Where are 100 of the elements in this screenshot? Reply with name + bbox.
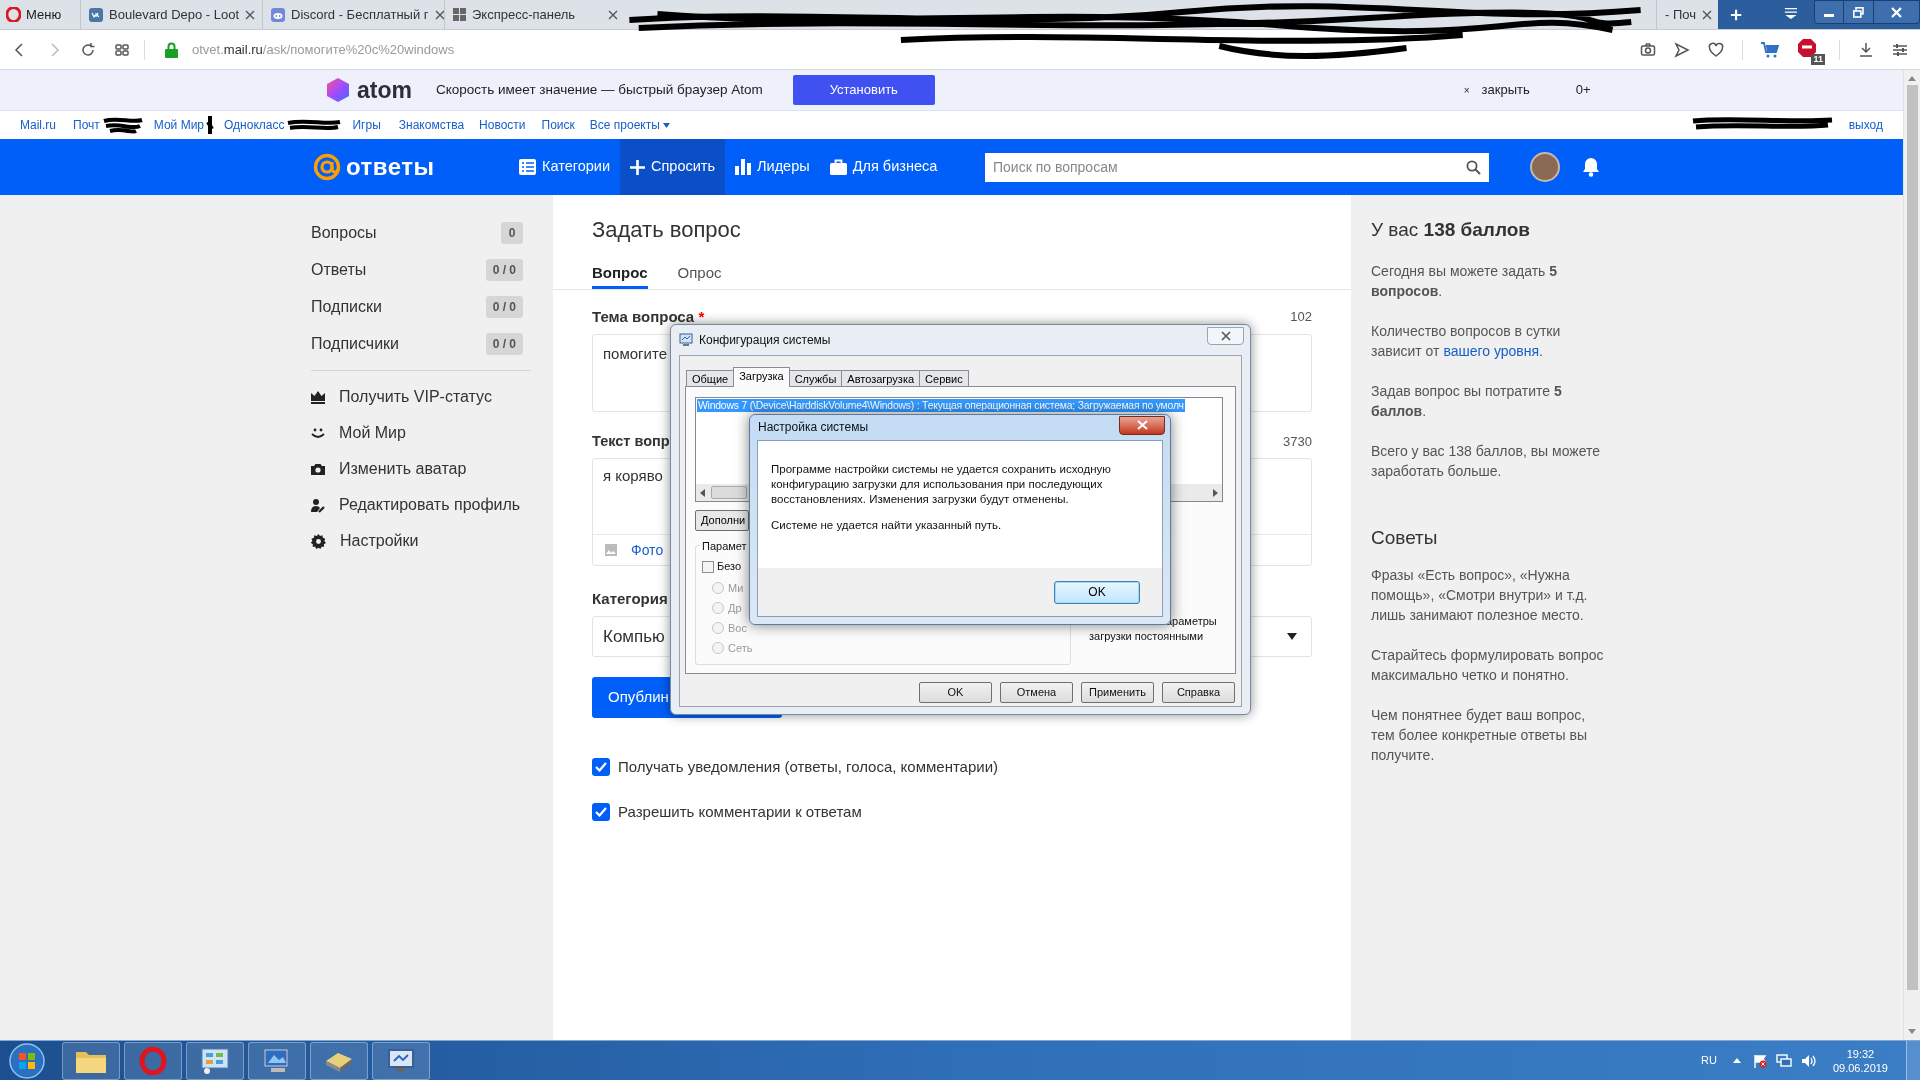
- page-title: Задать вопрос: [592, 216, 742, 244]
- checkbox[interactable]: [592, 802, 610, 821]
- form-tab[interactable]: Вопрос: [592, 260, 648, 289]
- avatar[interactable]: [1530, 152, 1560, 182]
- nav-tab[interactable]: Лидеры: [725, 139, 820, 195]
- close-icon[interactable]: [245, 9, 256, 20]
- level-link[interactable]: вашего уровня: [1443, 343, 1540, 359]
- search-field[interactable]: Поиск по вопросам: [985, 152, 1489, 182]
- logout-link[interactable]: выход: [1848, 116, 1883, 134]
- install-button[interactable]: Установить: [792, 75, 935, 105]
- sidebar-link[interactable]: Вопросы: [311, 220, 377, 245]
- portal-link[interactable]: Новости: [479, 116, 526, 134]
- checkbox[interactable]: [592, 758, 610, 777]
- restore-button[interactable]: [1844, 0, 1874, 24]
- portal-link[interactable]: Игры: [352, 116, 381, 134]
- close-icon[interactable]: [434, 9, 445, 20]
- checkbox[interactable]: [702, 560, 714, 573]
- scroll-right-icon[interactable]: [1213, 488, 1218, 497]
- sidebar-link[interactable]: Подписки: [311, 294, 382, 319]
- menu-button[interactable]: Меню: [0, 0, 80, 29]
- close-banner-button[interactable]: × закрыть: [1463, 80, 1530, 100]
- flag-icon[interactable]: [1752, 1053, 1767, 1068]
- message-text: Программе настройки системы не удается сохранить исходную конфигурацию загрузки для использования при последующих восстановлениях. Изменения загрузки будут отменены.: [771, 462, 1112, 507]
- portal-link[interactable]: Почт: [73, 116, 100, 134]
- portal-link[interactable]: Знакомства: [398, 116, 465, 134]
- network-icon[interactable]: [1775, 1053, 1792, 1068]
- control-panel-icon[interactable]: [186, 1041, 244, 1080]
- form-tab[interactable]: Опрос: [677, 260, 722, 289]
- portal-link[interactable]: Все проекты: [589, 116, 670, 134]
- tip-text: Чем понятнее будет ваш вопрос, тем более конкретные ответы вы получите.: [1371, 706, 1588, 765]
- tab-menu-icon[interactable]: [1784, 6, 1798, 20]
- start-button[interactable]: [8, 1041, 46, 1080]
- close-icon[interactable]: [608, 9, 618, 20]
- portal-link[interactable]: Мой Мир: [153, 116, 205, 134]
- monitor-icon[interactable]: [372, 1041, 430, 1080]
- sidebar-link[interactable]: Подписчики: [311, 331, 399, 356]
- close-icon[interactable]: [1702, 9, 1712, 20]
- scanner-icon[interactable]: [310, 1041, 368, 1080]
- grid-icon: [453, 8, 466, 21]
- dialog-button[interactable]: Отмена: [1000, 682, 1073, 703]
- address-field[interactable]: otvet.mail.ru/ask/помогите%20c%20windows: [192, 39, 455, 60]
- scrollbar-thumb[interactable]: [711, 486, 747, 499]
- scrollbar-thumb[interactable]: [1906, 85, 1918, 990]
- folder-icon[interactable]: [62, 1041, 120, 1080]
- dialog-button[interactable]: Справка: [1162, 682, 1235, 703]
- camera-icon[interactable]: [1640, 41, 1656, 58]
- nav-tab[interactable]: Спросить: [620, 139, 726, 195]
- dialog-tab[interactable]: Загрузка: [733, 367, 790, 387]
- nav-tab[interactable]: Для бизнеса: [819, 139, 948, 195]
- radio-label: Сеть: [728, 640, 753, 656]
- speed-dial-icon[interactable]: [114, 41, 130, 58]
- close-button[interactable]: [1874, 0, 1920, 24]
- close-icon: [1220, 331, 1231, 341]
- sidebar-menu-item[interactable]: Мой Мир: [311, 415, 523, 451]
- cart-icon[interactable]: [1761, 41, 1779, 58]
- portal-link[interactable]: Поиск: [541, 116, 575, 134]
- scroll-up-icon[interactable]: [1908, 76, 1916, 81]
- sidebar-menu-item[interactable]: Изменить аватар: [311, 451, 523, 487]
- language-indicator[interactable]: RU: [1701, 1052, 1717, 1069]
- clock[interactable]: 19:32 09.06.2019: [1832, 1046, 1888, 1075]
- count-badge: 0 / 0: [485, 332, 523, 355]
- close-button[interactable]: [1207, 327, 1244, 345]
- field-label: Категория: [592, 589, 668, 609]
- download-icon[interactable]: [1858, 41, 1874, 58]
- scroll-left-icon[interactable]: [700, 488, 705, 497]
- portal-link[interactable]: Однокласс: [224, 116, 285, 134]
- advanced-button[interactable]: Дополни: [695, 510, 749, 531]
- lock-icon: [165, 41, 178, 58]
- heart-icon[interactable]: [1708, 41, 1724, 58]
- sidebar-menu-item[interactable]: Получить VIP-статус: [311, 379, 523, 415]
- dialog-button[interactable]: OK: [919, 682, 992, 703]
- nav-tab[interactable]: Категории: [509, 139, 621, 195]
- list-icon: [519, 159, 536, 175]
- char-counter: 102: [1290, 308, 1312, 327]
- search-icon[interactable]: [1466, 159, 1481, 175]
- computer-icon[interactable]: [248, 1041, 306, 1080]
- volume-icon[interactable]: [1800, 1053, 1817, 1068]
- ok-button[interactable]: OK: [1054, 580, 1140, 604]
- settings-icon[interactable]: [1892, 41, 1908, 58]
- count-badge: 0 / 0: [485, 258, 523, 281]
- photo-link[interactable]: Фото: [631, 539, 664, 561]
- at-sign-logo-icon: [313, 153, 341, 181]
- notifications-bell-icon[interactable]: [1582, 157, 1600, 177]
- sidebar-link[interactable]: Ответы: [311, 257, 367, 282]
- restore-icon: [1853, 6, 1864, 18]
- show-hidden-icons-icon[interactable]: [1732, 1058, 1741, 1063]
- scroll-down-icon[interactable]: [1908, 1029, 1916, 1034]
- minimize-button[interactable]: [1814, 0, 1844, 24]
- site-logo[interactable]: ответы: [346, 149, 435, 185]
- portal-link[interactable]: Mail.ru: [20, 116, 56, 134]
- dialog-button[interactable]: Применить: [1081, 682, 1154, 703]
- sidebar-menu-item[interactable]: Настройки: [311, 523, 523, 559]
- send-icon[interactable]: [1674, 41, 1690, 58]
- browser-tab[interactable]: Discord - Бесплатный г: [262, 0, 444, 29]
- close-button[interactable]: [1119, 415, 1165, 435]
- opera-icon[interactable]: [124, 1041, 182, 1080]
- new-tab-icon[interactable]: [1730, 8, 1743, 22]
- reload-icon[interactable]: [80, 41, 96, 58]
- info-text: Сегодня вы можете задать 5 вопросов.: [1371, 262, 1559, 301]
- sidebar-menu-item[interactable]: Редактировать профиль: [311, 487, 523, 523]
